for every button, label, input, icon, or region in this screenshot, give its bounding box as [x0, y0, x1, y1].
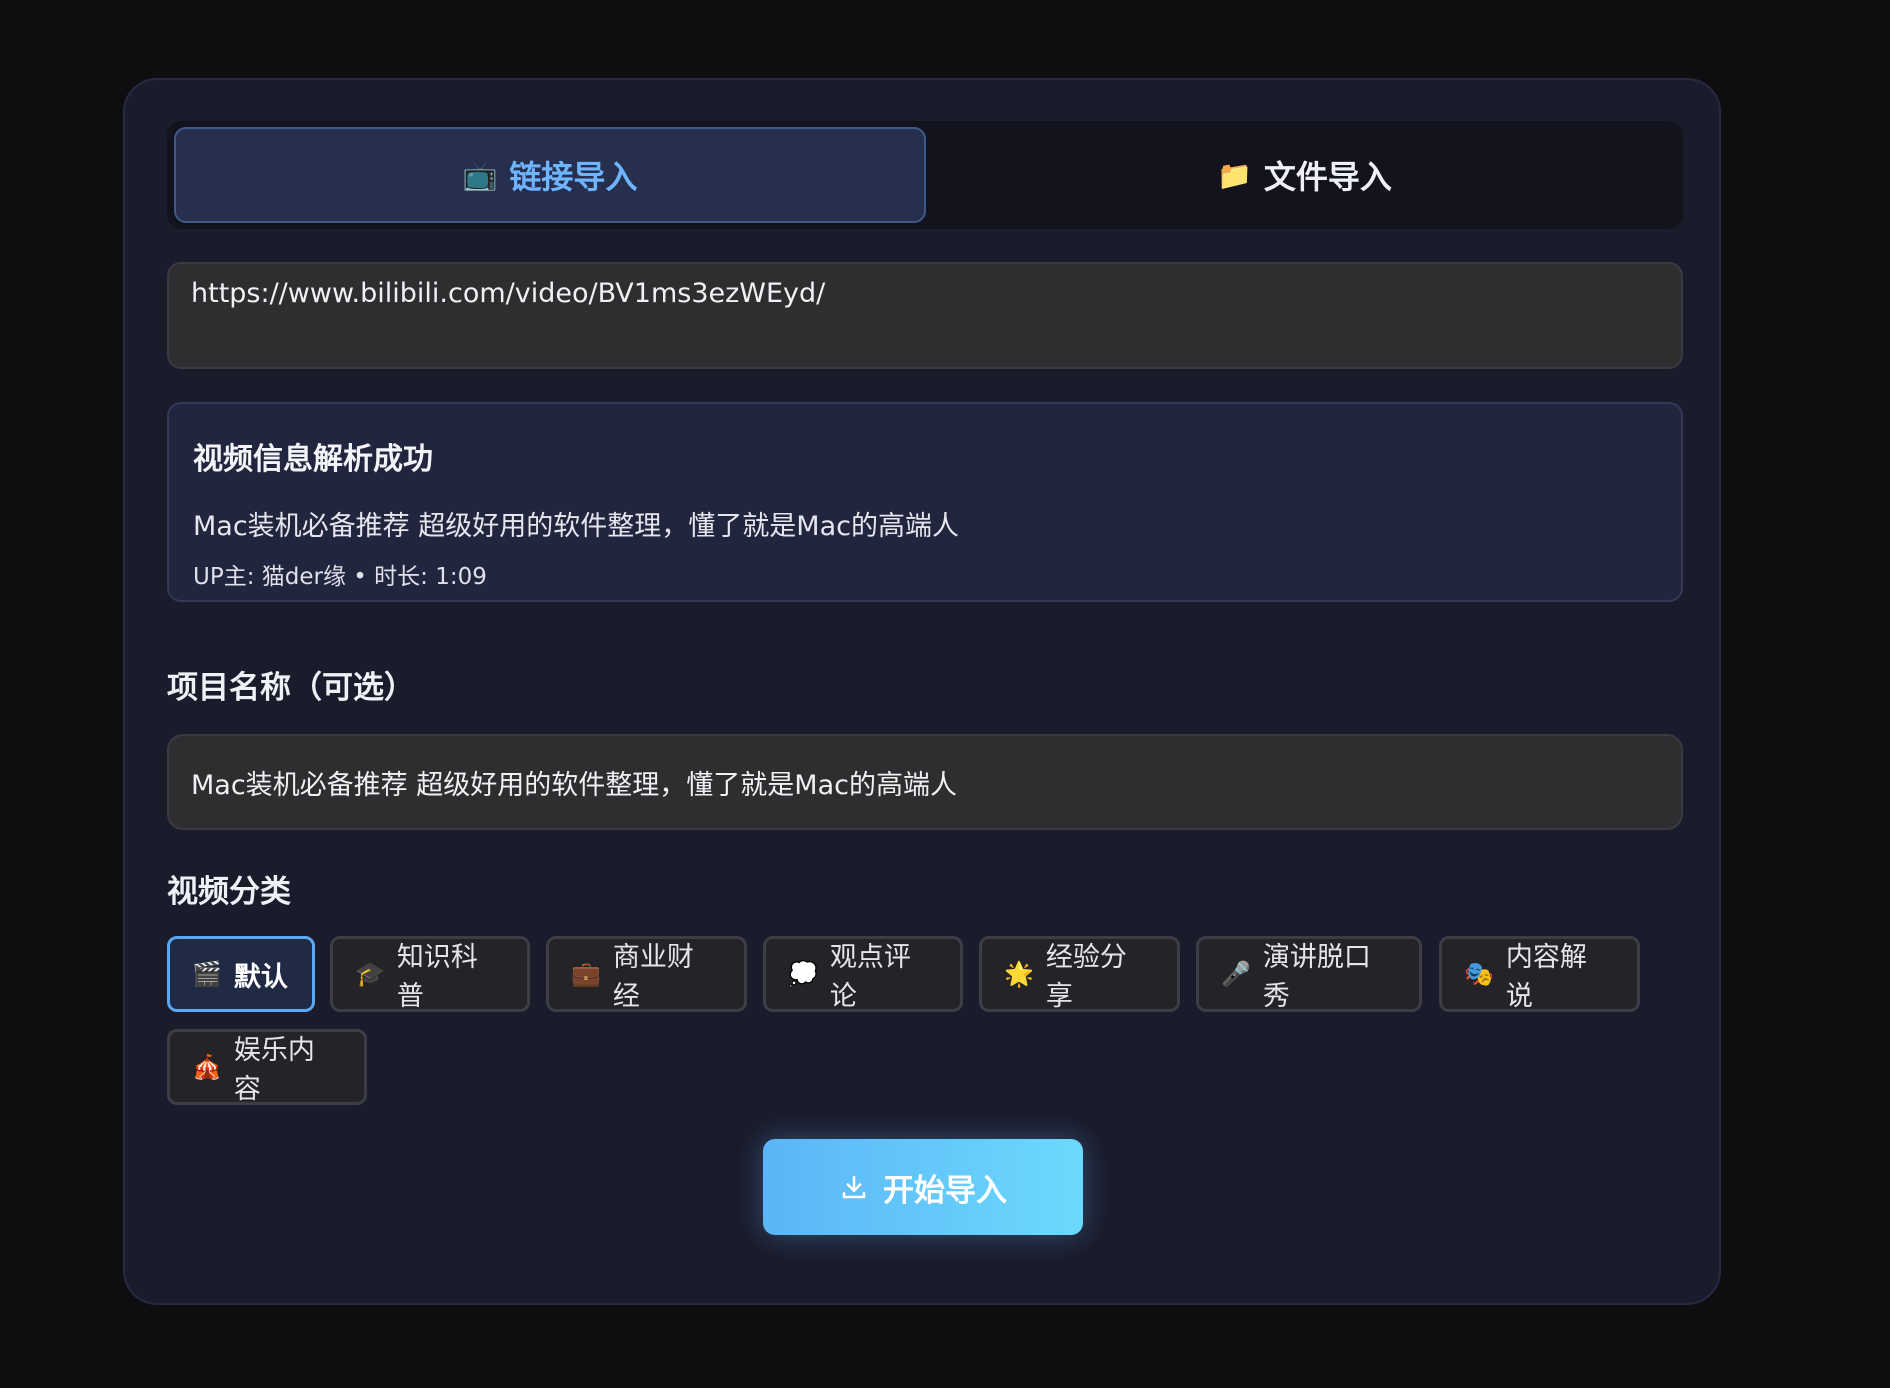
chip-label: 知识科普 [396, 942, 478, 1012]
chip-label: 演讲脱口秀 [1262, 942, 1371, 1012]
video-url-input[interactable]: https://www.bilibili.com/video/BV1ms3ezW… [167, 262, 1683, 369]
briefcase-icon: 💼 [571, 960, 601, 988]
start-import-button[interactable]: 开始导入 [763, 1139, 1083, 1235]
chip-label: 内容解说 [1505, 942, 1587, 1012]
import-panel: 📺 链接导入 📁 文件导入 https://www.bilibili.com/v… [123, 78, 1721, 1305]
import-button-label: 开始导入 [883, 1172, 1007, 1209]
category-chip-entertainment[interactable]: 🎪 娱乐内容 [167, 1029, 367, 1105]
chip-label: 娱乐内容 [233, 1035, 315, 1105]
chip-label: 观点评论 [829, 942, 911, 1012]
category-chip-business[interactable]: 💼 商业财经 [546, 936, 747, 1012]
clapperboard-icon: 🎬 [192, 960, 222, 988]
project-name-label: 项目名称（可选） [167, 670, 415, 706]
microphone-icon: 🎤 [1221, 960, 1251, 988]
category-chip-commentary[interactable]: 🎭 内容解说 [1439, 936, 1640, 1012]
star-icon: 🌟 [1004, 960, 1034, 988]
chip-label: 默认 [233, 961, 288, 993]
category-chip-opinion[interactable]: 💭 观点评论 [763, 936, 963, 1012]
tab-label: 链接导入 [509, 158, 638, 196]
chip-label: 经验分享 [1045, 942, 1127, 1012]
project-name-input[interactable] [167, 734, 1683, 830]
parse-success-title: 视频信息解析成功 [193, 442, 433, 477]
tab-label: 文件导入 [1263, 158, 1392, 196]
folder-icon: 📁 [1217, 158, 1252, 192]
category-chip-experience[interactable]: 🌟 经验分享 [979, 936, 1180, 1012]
category-label: 视频分类 [167, 874, 291, 910]
video-info-card: 视频信息解析成功 Mac装机必备推荐 超级好用的软件整理，懂了就是Mac的高端人… [167, 402, 1683, 602]
video-meta: UP主: 猫der缘 • 时长: 1:09 [193, 564, 487, 590]
import-tabs: 📺 链接导入 📁 文件导入 [167, 121, 1683, 229]
tv-icon: 📺 [462, 158, 498, 192]
video-title: Mac装机必备推荐 超级好用的软件整理，懂了就是Mac的高端人 [193, 511, 959, 542]
circus-tent-icon: 🎪 [192, 1053, 222, 1081]
download-icon [842, 1175, 866, 1199]
theater-masks-icon: 🎭 [1464, 960, 1494, 988]
category-chip-speech[interactable]: 🎤 演讲脱口秀 [1196, 936, 1422, 1012]
tab-file-import[interactable]: 📁 文件导入 [926, 127, 1683, 223]
category-chip-default[interactable]: 🎬 默认 [167, 936, 315, 1012]
thought-bubble-icon: 💭 [788, 960, 818, 988]
category-chip-knowledge[interactable]: 🎓 知识科普 [330, 936, 530, 1012]
tab-link-import[interactable]: 📺 链接导入 [174, 127, 926, 223]
graduation-cap-icon: 🎓 [355, 960, 385, 988]
chip-label: 商业财经 [612, 942, 694, 1012]
